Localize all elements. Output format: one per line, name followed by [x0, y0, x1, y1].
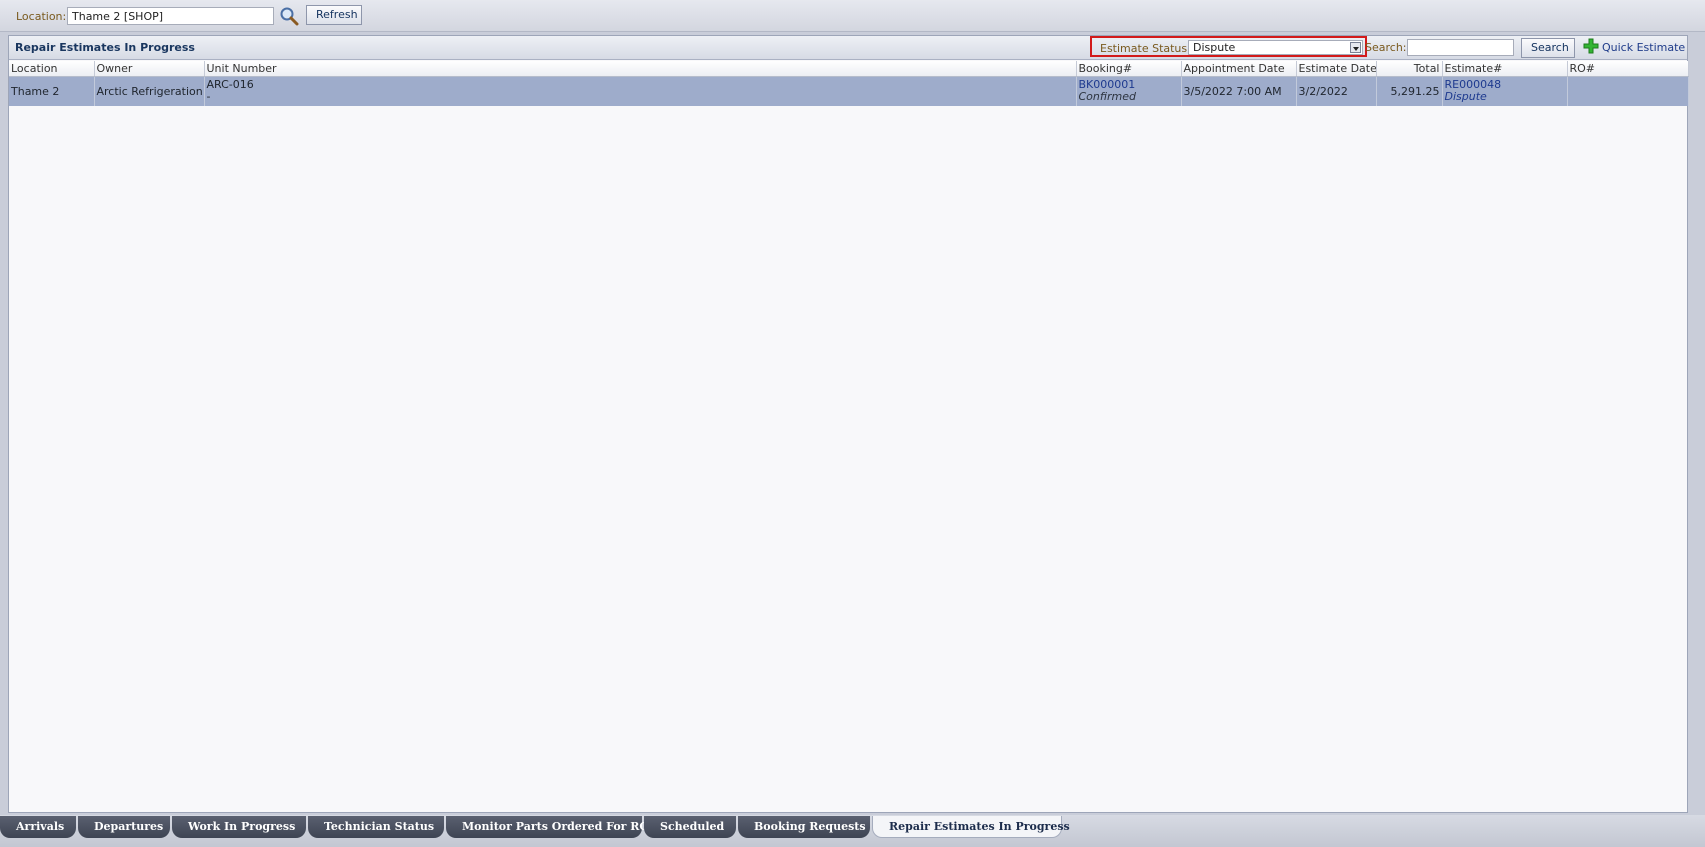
magnifier-icon[interactable]	[279, 6, 299, 26]
tab-repair-estimates-in-progress[interactable]: Repair Estimates In Progress	[872, 816, 1070, 838]
refresh-button[interactable]: Refresh	[306, 5, 362, 25]
quick-estimate-link[interactable]: Quick Estimate	[1602, 41, 1685, 54]
cell-owner: Arctic Refrigeration	[94, 76, 205, 106]
tab-arrivals[interactable]: Arrivals	[0, 816, 76, 838]
unit-number-value: ARC-016	[206, 78, 254, 92]
column-header-owner[interactable]: Owner	[94, 61, 205, 77]
estimate-status-select[interactable]: Dispute	[1188, 40, 1363, 55]
estimate-status-label: Estimate Status:	[1100, 42, 1191, 55]
booking-status: Confirmed	[1078, 90, 1136, 104]
cell-estimate: RE000048 Dispute	[1442, 76, 1568, 106]
column-header-location[interactable]: Location	[9, 61, 95, 77]
unit-number-sub: -	[206, 90, 211, 104]
search-button[interactable]: Search	[1521, 38, 1575, 58]
column-header-estimate[interactable]: Estimate#	[1442, 61, 1568, 77]
tab-booking-requests[interactable]: Booking Requests	[738, 816, 870, 838]
column-header-estimate-date[interactable]: Estimate Date	[1296, 61, 1377, 77]
location-label: Location:	[16, 10, 67, 23]
cell-estimate-date: 3/2/2022	[1296, 76, 1377, 106]
column-header-appointment-date[interactable]: Appointment Date	[1181, 61, 1297, 77]
panel-title: Repair Estimates In Progress	[15, 41, 195, 54]
plus-icon[interactable]	[1583, 38, 1599, 54]
estimate-status-filter: Estimate Status: Dispute	[1090, 36, 1367, 57]
dropdown-arrow-icon[interactable]	[1350, 42, 1361, 53]
column-header-unit-number[interactable]: Unit Number	[204, 61, 1077, 77]
column-header-booking[interactable]: Booking#	[1076, 61, 1182, 77]
estimate-status-text: Dispute	[1444, 90, 1487, 104]
tab-departures[interactable]: Departures	[78, 816, 170, 838]
cell-total: 5,291.25	[1376, 76, 1443, 106]
search-label: Search:	[1365, 41, 1407, 54]
bottom-tab-bar: Arrivals Departures Work In Progress Tec…	[0, 815, 1705, 847]
column-header-ro[interactable]: RO#	[1567, 61, 1689, 77]
cell-booking: BK000001 Confirmed	[1076, 76, 1182, 106]
estimates-table: Location Owner Unit Number Booking# Appo…	[9, 61, 1689, 106]
cell-ro	[1567, 76, 1689, 106]
tab-technician-status[interactable]: Technician Status	[308, 816, 444, 838]
tab-work-in-progress[interactable]: Work In Progress	[172, 816, 306, 838]
cell-appointment-date: 3/5/2022 7:00 AM	[1181, 76, 1297, 106]
repair-estimates-panel: Repair Estimates In Progress Estimate St…	[8, 35, 1689, 813]
table-row[interactable]: Thame 2 Arctic Refrigeration ARC-016 - B…	[9, 76, 1689, 106]
top-toolbar: Location: Refresh	[0, 0, 1705, 32]
tab-scheduled[interactable]: Scheduled	[644, 816, 736, 838]
estimate-status-value: Dispute	[1193, 41, 1236, 54]
column-header-total[interactable]: Total	[1376, 61, 1443, 77]
cell-unit-number: ARC-016 -	[204, 76, 1077, 106]
tab-monitor-parts-ordered[interactable]: Monitor Parts Ordered For RO	[446, 816, 649, 838]
panel-header: Repair Estimates In Progress Estimate St…	[9, 36, 1687, 60]
location-input[interactable]	[67, 7, 274, 25]
search-input[interactable]	[1407, 39, 1514, 56]
cell-location: Thame 2	[9, 76, 95, 106]
table-header-row: Location Owner Unit Number Booking# Appo…	[9, 61, 1689, 77]
